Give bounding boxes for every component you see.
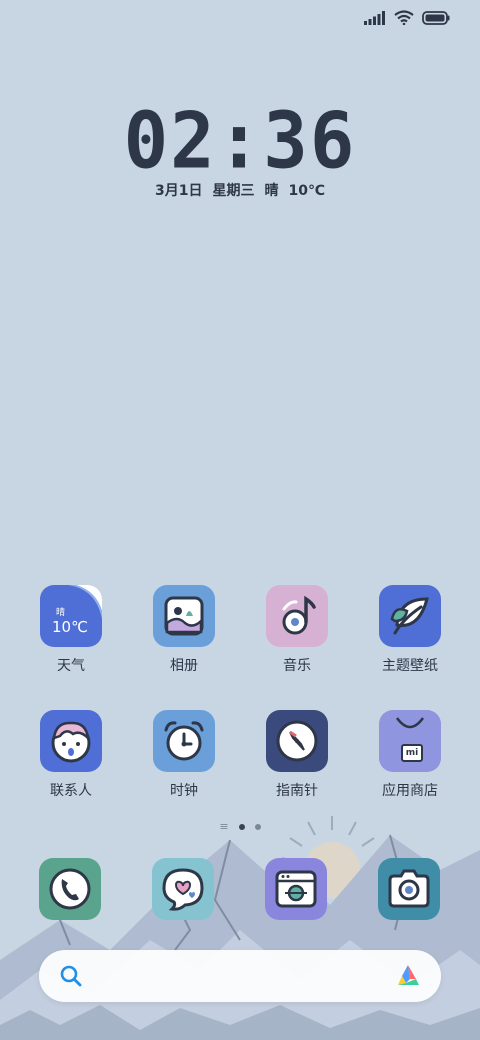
app-label: 时钟 — [170, 783, 198, 799]
wifi-icon — [394, 10, 414, 25]
app-compass[interactable]: 指南针 — [247, 710, 347, 800]
page-indicator[interactable]: ≡ — [0, 820, 480, 833]
app-label: 主题壁纸 — [382, 658, 438, 674]
shopping-bag-icon: mi — [379, 710, 441, 772]
camera-icon — [388, 869, 430, 908]
weather-text: 晴 — [264, 183, 279, 199]
app-label: 应用商店 — [382, 783, 438, 799]
dock-browser[interactable] — [265, 858, 327, 920]
dock-camera[interactable] — [378, 858, 440, 920]
app-music[interactable]: 音乐 — [247, 585, 347, 675]
contacts-icon — [40, 710, 102, 772]
weather-tile-condition: 晴 — [56, 608, 66, 618]
app-label: 音乐 — [283, 658, 311, 674]
phone-icon — [49, 868, 91, 910]
assistant-logo-icon[interactable] — [395, 963, 421, 989]
app-store[interactable]: mi 应用商店 — [360, 710, 460, 800]
dock-phone[interactable] — [39, 858, 101, 920]
leaf-icon — [379, 585, 441, 647]
page-dot-active — [238, 824, 245, 830]
alarm-clock-icon — [153, 710, 215, 772]
wallpaper-mountains — [0, 816, 480, 1040]
browser-icon — [275, 870, 317, 908]
app-clock[interactable]: 时钟 — [134, 710, 234, 800]
app-contacts[interactable]: 联系人 — [21, 710, 121, 800]
clock-time: 02:36 — [123, 95, 357, 187]
dock-messages[interactable] — [152, 858, 214, 920]
weather-tile-temp: 10℃ — [52, 618, 88, 636]
store-tile-logo: mi — [401, 744, 423, 762]
battery-icon — [422, 10, 450, 25]
app-label: 天气 — [57, 658, 85, 674]
temperature-text: 10℃ — [288, 183, 325, 199]
date-line[interactable]: 3月1日 星期三晴 10℃ — [0, 180, 480, 200]
app-themes[interactable]: 主题壁纸 — [360, 585, 460, 675]
app-weather[interactable]: 晴 10℃ 天气 — [21, 585, 121, 675]
status-bar — [364, 10, 450, 25]
app-label: 指南针 — [276, 783, 318, 799]
date-text: 3月1日 — [155, 183, 203, 199]
weekday-text: 星期三 — [212, 183, 255, 199]
signal-icon — [364, 10, 385, 25]
search-icon — [60, 965, 82, 987]
weather-icon: 晴 10℃ — [40, 585, 102, 647]
compass-icon — [266, 710, 328, 772]
app-label: 相册 — [170, 658, 198, 674]
menu-lines-icon: ≡ — [219, 820, 229, 833]
search-bar[interactable] — [39, 950, 441, 1002]
music-icon — [266, 585, 328, 647]
clock-widget[interactable]: 02:36 — [0, 96, 480, 186]
app-label: 联系人 — [50, 783, 92, 799]
page-dot — [254, 824, 261, 830]
gallery-icon — [153, 585, 215, 647]
message-heart-icon — [162, 868, 204, 911]
app-gallery[interactable]: 相册 — [134, 585, 234, 675]
